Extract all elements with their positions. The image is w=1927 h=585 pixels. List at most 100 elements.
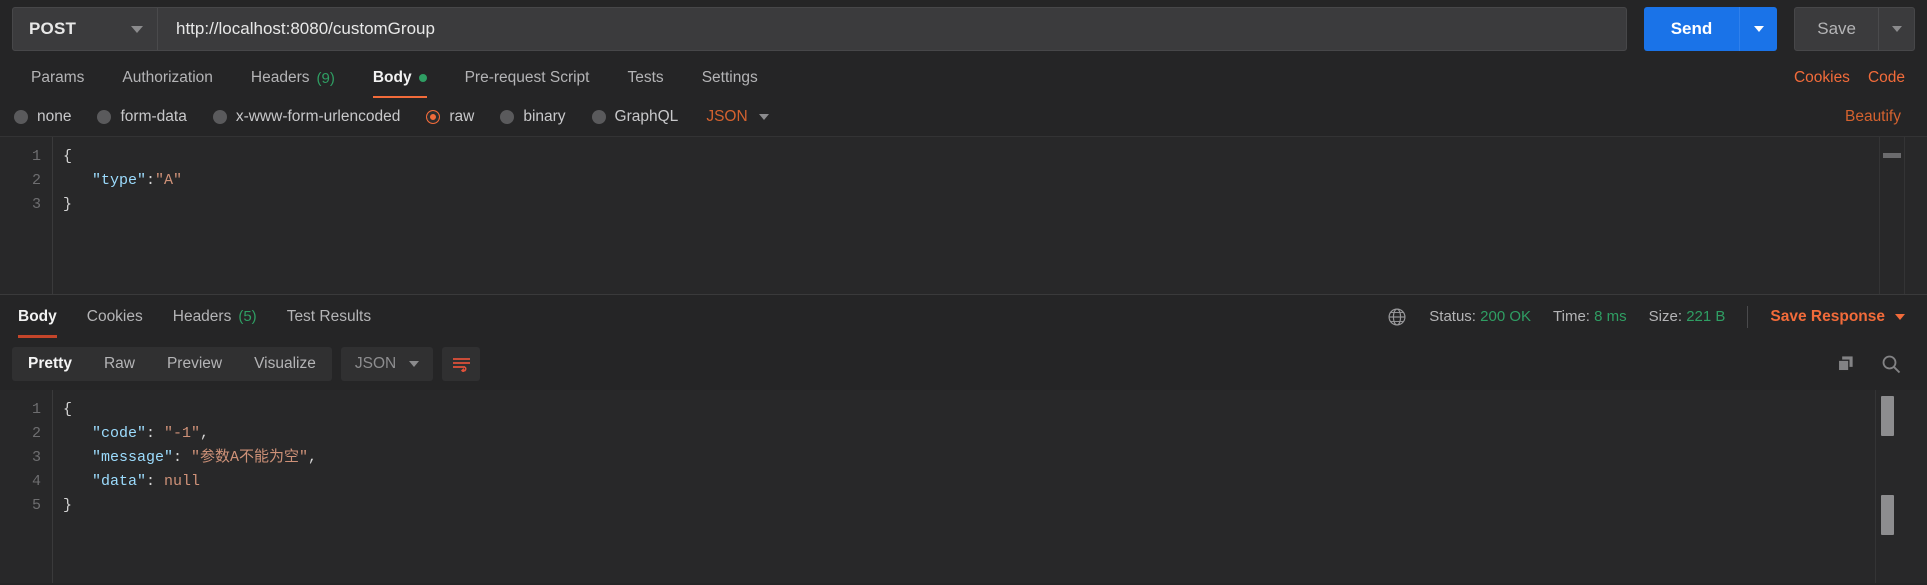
response-tab-headers[interactable]: Headers (5) (158, 295, 272, 338)
request-url-input[interactable] (158, 8, 1626, 50)
request-tabs-links: Cookies Code (1794, 58, 1915, 98)
search-button[interactable] (1881, 354, 1901, 374)
code-line[interactable]: "code": "-1", (63, 422, 1927, 446)
scrollbar-thumb[interactable] (1883, 153, 1901, 158)
body-type-label: x-www-form-urlencoded (235, 108, 401, 125)
body-type-label: none (37, 108, 72, 125)
send-button[interactable]: Send (1643, 7, 1740, 51)
code-line[interactable]: "type":"A" (63, 169, 1927, 193)
body-language-select[interactable]: JSON (706, 108, 769, 126)
tab-label: Body (372, 69, 412, 86)
request-url-bar: POST Send Save (0, 0, 1927, 58)
save-response-button[interactable]: Save Response (1770, 308, 1905, 326)
wrap-lines-icon (452, 357, 470, 372)
code-token: "type" (92, 172, 147, 189)
tab-headers[interactable]: Headers (9) (232, 58, 354, 98)
request-body-editor[interactable]: 1 2 3 {"type":"A"} (0, 136, 1927, 294)
size-value: 221 B (1686, 308, 1726, 325)
size-readout: Size: 221 B (1649, 308, 1726, 325)
code-line[interactable]: "message": "参数A不能为空", (63, 446, 1927, 470)
time-value: 8 ms (1594, 308, 1627, 325)
body-type-row: none form-data x-www-form-urlencoded raw… (0, 98, 1927, 136)
response-view-raw[interactable]: Raw (88, 347, 151, 381)
cookies-link[interactable]: Cookies (1794, 69, 1850, 87)
search-icon (1882, 355, 1901, 374)
line-number: 5 (31, 497, 41, 514)
save-options-button[interactable] (1878, 8, 1914, 50)
code-line[interactable]: } (63, 494, 1927, 518)
http-method-label: POST (29, 19, 77, 38)
code-token: null (164, 473, 201, 490)
code-line[interactable]: { (63, 398, 1927, 422)
tab-label: Settings (701, 69, 758, 86)
body-modified-dot-icon (418, 74, 427, 82)
code-link[interactable]: Code (1868, 69, 1905, 87)
save-request-button[interactable]: Save (1795, 8, 1878, 50)
response-view-visualize[interactable]: Visualize (238, 347, 332, 381)
body-type-binary[interactable]: binary (500, 108, 566, 126)
response-code-lines[interactable]: {"code": "-1", "message": "参数A不能为空", "data… (52, 390, 1927, 583)
tab-label: Params (31, 69, 85, 86)
http-method-select[interactable]: POST (13, 8, 158, 50)
size-label: Size: (1648, 308, 1683, 325)
code-token: : (146, 425, 165, 442)
code-line[interactable]: "data": null (63, 470, 1927, 494)
response-view-label: Preview (166, 355, 223, 372)
tab-label: Pre-request Script (464, 69, 590, 86)
response-headers-count-badge: (5) (238, 308, 257, 325)
radio-icon (97, 110, 112, 124)
tab-body[interactable]: Body (354, 58, 446, 98)
line-number: 1 (31, 401, 41, 418)
request-tabs: Params Authorization Headers (9) Body Pr… (0, 58, 1927, 98)
response-body-editor[interactable]: 12345 {"code": "-1", "message": "参数A不能为空"… (0, 390, 1927, 583)
request-editor-scrollbar[interactable] (1879, 137, 1905, 294)
send-options-button[interactable] (1739, 7, 1778, 51)
code-line[interactable]: { (63, 145, 1927, 169)
body-type-form-data[interactable]: form-data (97, 108, 187, 126)
scrollbar-thumb-bottom[interactable] (1881, 495, 1894, 535)
body-type-raw[interactable]: raw (426, 108, 474, 126)
body-type-none[interactable]: none (14, 108, 71, 126)
radio-icon (500, 110, 515, 124)
chevron-down-icon (758, 114, 769, 120)
code-line[interactable]: } (63, 193, 1927, 217)
response-editor-scrollbar[interactable] (1875, 390, 1901, 583)
tab-tests[interactable]: Tests (609, 58, 683, 98)
line-number: 3 (31, 449, 41, 466)
scrollbar-thumb-top[interactable] (1881, 396, 1894, 436)
request-code-lines[interactable]: { "type":"A"} (52, 137, 1927, 294)
response-tab-label: Headers (172, 307, 232, 325)
code-token: "data" (92, 473, 147, 490)
response-tab-body[interactable]: Body (12, 295, 72, 338)
copy-button[interactable] (1836, 355, 1855, 374)
tab-authorization[interactable]: Authorization (103, 58, 231, 98)
chevron-down-icon (1895, 313, 1905, 320)
code-token: { (63, 148, 73, 165)
body-type-x-www-form-urlencoded[interactable]: x-www-form-urlencoded (212, 108, 401, 126)
tab-settings[interactable]: Settings (683, 58, 777, 98)
code-token: { (63, 401, 73, 418)
response-view-pretty[interactable]: Pretty (12, 347, 88, 381)
response-tab-test-results[interactable]: Test Results (272, 295, 386, 338)
response-tab-label: Test Results (286, 307, 372, 325)
code-token: "A" (155, 172, 183, 189)
response-view-toolbar: Pretty Raw Preview Visualize JSON (0, 338, 1927, 390)
wrap-lines-button[interactable] (442, 347, 481, 381)
response-tab-label: Body (18, 307, 57, 325)
response-view-preview[interactable]: Preview (151, 347, 238, 381)
save-response-label: Save Response (1770, 307, 1885, 325)
line-number: 1 (31, 148, 41, 165)
copy-icon (1837, 355, 1853, 371)
globe-icon (1388, 308, 1406, 325)
code-token: : (146, 473, 165, 490)
response-language-label: JSON (354, 355, 397, 372)
tab-label: Tests (627, 69, 664, 86)
tab-pre-request-script[interactable]: Pre-request Script (446, 58, 609, 98)
body-language-label: JSON (706, 108, 748, 125)
tab-params[interactable]: Params (12, 58, 103, 98)
body-type-label: form-data (120, 108, 187, 125)
response-tab-cookies[interactable]: Cookies (72, 295, 158, 338)
beautify-link[interactable]: Beautify (1845, 108, 1913, 126)
body-type-graphql[interactable]: GraphQL (591, 108, 678, 126)
response-language-select[interactable]: JSON (340, 347, 434, 381)
